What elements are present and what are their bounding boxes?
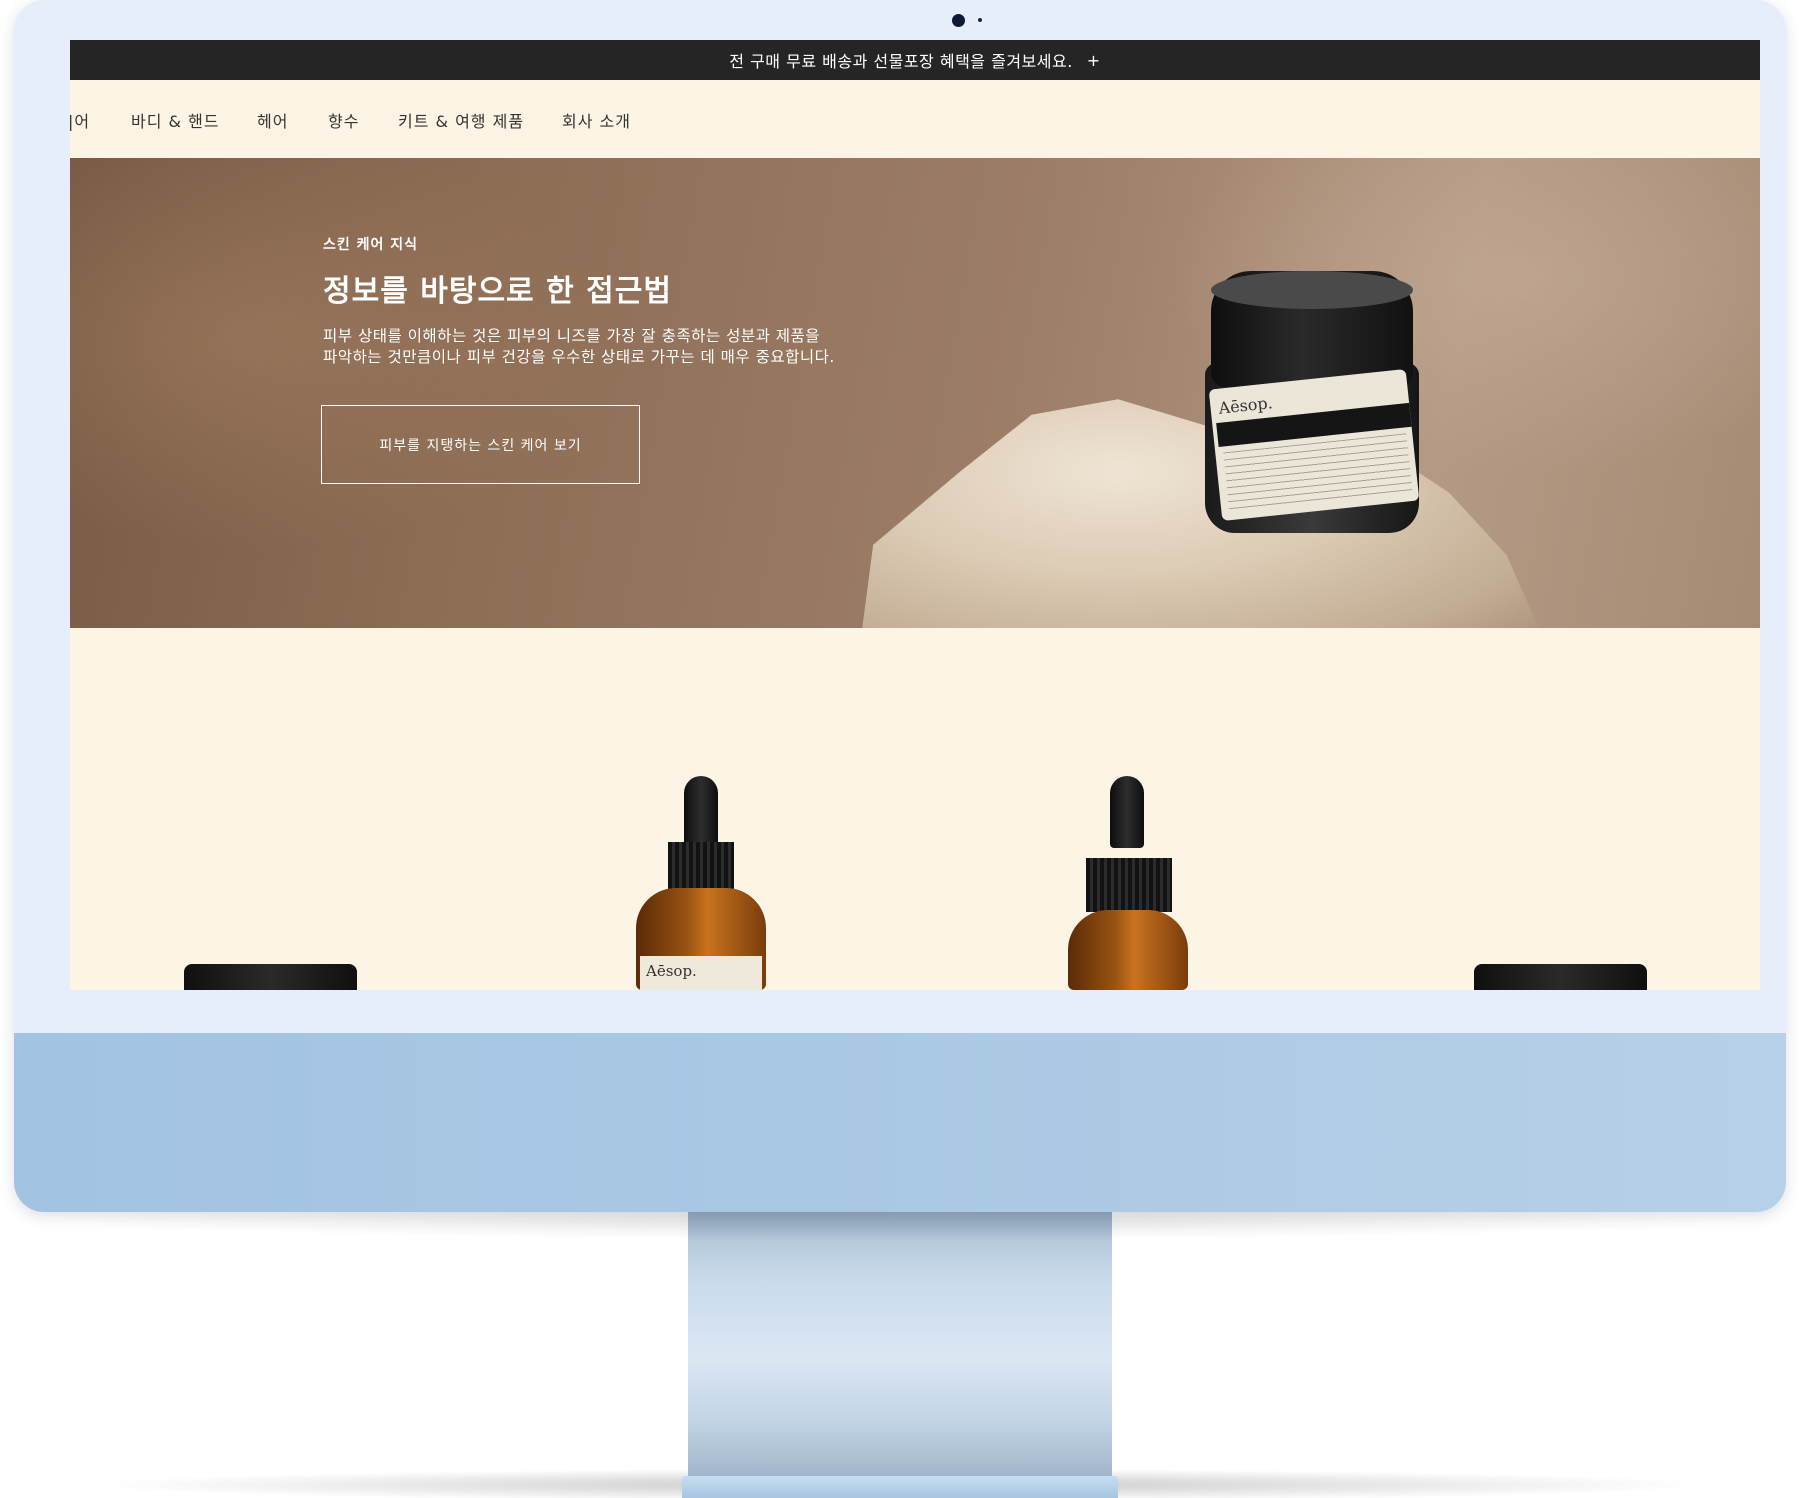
screen: 전 구매 무료 배송과 선물포장 혜택을 즐겨보세요. + |어 바디 & 핸드… <box>70 40 1760 990</box>
hero-title: 정보를 바탕으로 한 접근법 <box>323 274 672 309</box>
product-bottle-2[interactable] <box>1068 776 1188 990</box>
nav-item-fragrance[interactable]: 향수 <box>328 108 359 132</box>
monitor-chin <box>14 1033 1786 1212</box>
monitor-frame: 전 구매 무료 배송과 선물포장 혜택을 즐겨보세요. + |어 바디 & 핸드… <box>14 0 1786 1212</box>
hero-description: 피부 상태를 이해하는 것은 피부의 니즈를 가장 잘 충족하는 성분과 제품을… <box>323 326 923 368</box>
camera-icon <box>952 14 965 27</box>
promo-text: 전 구매 무료 배송과 선물포장 혜택을 즐겨보세요. <box>729 52 1073 71</box>
nav-item-skin[interactable]: |어 <box>70 108 90 132</box>
nav-item-hair[interactable]: 헤어 <box>257 108 288 132</box>
promo-bar[interactable]: 전 구매 무료 배송과 선물포장 혜택을 즐겨보세요. + <box>70 40 1760 80</box>
view-skin-care-button[interactable]: 피부를 지탱하는 스킨 케어 보기 <box>321 405 640 484</box>
bottle-brand-label: Aēsop. <box>646 962 697 980</box>
product-jar-right[interactable] <box>1474 964 1647 990</box>
nav-item-body-hand[interactable]: 바디 & 핸드 <box>131 108 220 132</box>
nav-item-kits-travel[interactable]: 키트 & 여행 제품 <box>398 108 524 132</box>
product-bottle-1[interactable]: Aēsop. <box>636 776 766 990</box>
hero-description-line-2: 파악하는 것만큼이나 피부 건강을 우수한 상태로 가꾸는 데 매우 중요합니다… <box>323 348 835 366</box>
plus-icon[interactable]: + <box>1087 51 1101 70</box>
hero-rock-image <box>858 399 1550 628</box>
hero-eyebrow: 스킨 케어 지식 <box>323 237 419 253</box>
product-jar-left[interactable] <box>184 964 357 990</box>
monitor-base <box>682 1476 1118 1498</box>
hero-description-line-1: 피부 상태를 이해하는 것은 피부의 니즈를 가장 잘 충족하는 성분과 제품을 <box>323 327 821 345</box>
monitor-bezel: 전 구매 무료 배송과 선물포장 혜택을 즐겨보세요. + |어 바디 & 핸드… <box>14 0 1786 1033</box>
jar-brand-label: Aēsop. <box>1217 393 1274 418</box>
hero-product-jar-image: Aēsop. <box>1205 271 1430 533</box>
monitor-stand <box>688 1212 1112 1480</box>
jar-label: Aēsop. <box>1208 369 1420 521</box>
nav-item-about[interactable]: 회사 소개 <box>562 108 631 132</box>
main-nav: |어 바디 & 핸드 헤어 향수 키트 & 여행 제품 회사 소개 <box>70 80 1760 158</box>
hero-banner: Aēsop. 스킨 케어 지식 정보를 바탕으로 한 접근법 피부 상태를 이해… <box>70 158 1760 628</box>
camera-indicator-icon <box>978 18 982 22</box>
